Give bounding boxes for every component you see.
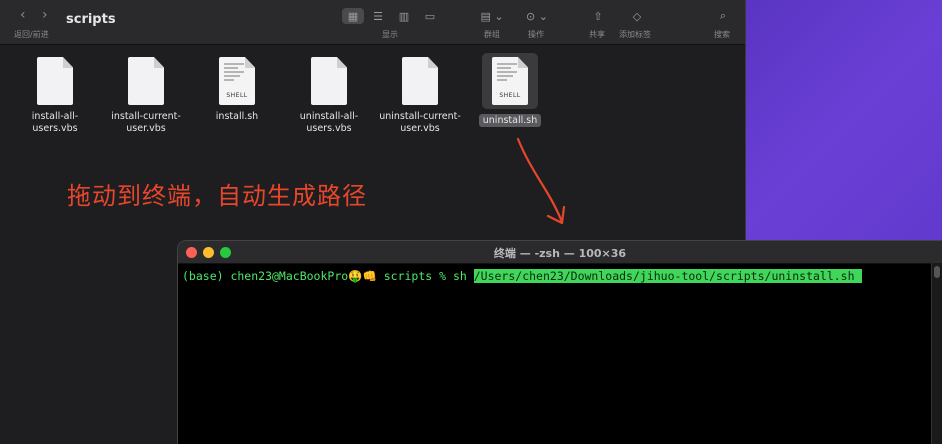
view-caption: 显示 <box>382 30 398 39</box>
search-icon[interactable]: ⌕ <box>716 9 730 23</box>
terminal-title: 终端 — -zsh — 100×36 <box>493 247 627 260</box>
file-name-line1: install.sh <box>215 111 259 122</box>
terminal-scrollbar[interactable] <box>931 263 942 444</box>
column-view-icon[interactable]: ▥ <box>396 9 412 23</box>
action-caption: 操作 <box>528 30 544 39</box>
document-icon <box>311 57 347 105</box>
group-icon[interactable]: ▤ ⌄ <box>480 9 504 23</box>
file-item[interactable]: uninstall-all- users.vbs <box>281 57 377 135</box>
cursor <box>854 269 862 283</box>
terminal-output[interactable]: (base) chen23@MacBookPro🤑👊 scripts % sh … <box>178 264 942 288</box>
search-caption: 搜索 <box>714 30 730 39</box>
forward-icon[interactable]: › <box>42 7 48 23</box>
file-name-line1: install-all- <box>31 111 79 122</box>
shell-label: SHELL <box>499 92 521 99</box>
share-icon[interactable]: ⇧ <box>591 9 605 23</box>
file-name-line2: users.vbs <box>32 123 78 134</box>
file-name-line1: uninstall-current- <box>379 111 461 122</box>
file-item-selected[interactable]: SHELL uninstall.sh <box>462 53 558 127</box>
finder-toolbar: ‹ › 返回/前进 scripts ▦ ☰ ▥ ▭ 显示 ▤ ⌄ 群组 ⊙ ⌄ … <box>0 0 745 45</box>
file-name-line2: user.vbs <box>126 123 166 134</box>
terminal-window: 终端 — -zsh — 100×36 (base) chen23@MacBook… <box>178 241 942 444</box>
file-name-line1: uninstall-all- <box>299 111 359 122</box>
file-name-line1: uninstall.sh <box>478 114 542 127</box>
file-name-line2: user.vbs <box>400 123 440 134</box>
shell-label: SHELL <box>226 92 248 99</box>
back-icon[interactable]: ‹ <box>20 7 26 23</box>
list-view-icon[interactable]: ☰ <box>371 9 385 23</box>
document-icon <box>128 57 164 105</box>
document-icon <box>37 57 73 105</box>
shell-script-icon: SHELL <box>219 57 255 105</box>
action-icon[interactable]: ⊙ ⌄ <box>524 9 550 23</box>
file-item[interactable]: SHELL install.sh <box>189 57 285 123</box>
shell-script-icon: SHELL <box>492 57 528 105</box>
document-icon <box>402 57 438 105</box>
terminal-titlebar: 终端 — -zsh — 100×36 <box>178 241 942 264</box>
file-name-line1: install-current- <box>111 111 181 122</box>
scroll-thumb[interactable] <box>934 266 940 278</box>
tag-caption: 添加标签 <box>619 30 651 39</box>
file-item[interactable]: install-all- users.vbs <box>7 57 103 135</box>
file-name-line2: users.vbs <box>306 123 352 134</box>
group-caption: 群组 <box>484 30 500 39</box>
nav-caption: 返回/前进 <box>14 30 49 39</box>
file-item[interactable]: uninstall-current- user.vbs <box>372 57 468 135</box>
drag-arrow-icon <box>516 137 566 225</box>
gallery-view-icon[interactable]: ▭ <box>421 9 439 23</box>
file-item[interactable]: install-current- user.vbs <box>98 57 194 135</box>
terminal-prompt: (base) chen23@MacBookPro🤑👊 scripts % sh <box>182 269 474 283</box>
dropped-path: /Users/chen23/Downloads/jihuo-tool/scrip… <box>473 269 855 283</box>
icon-view-icon[interactable]: ▦ <box>342 8 364 24</box>
desktop: ‹ › 返回/前进 scripts ▦ ☰ ▥ ▭ 显示 ▤ ⌄ 群组 ⊙ ⌄ … <box>0 0 942 444</box>
folder-title: scripts <box>66 12 116 27</box>
share-caption: 共享 <box>589 30 605 39</box>
annotation-text: 拖动到终端，自动生成路径 <box>67 182 367 210</box>
tag-icon[interactable]: ◇ <box>630 9 644 23</box>
